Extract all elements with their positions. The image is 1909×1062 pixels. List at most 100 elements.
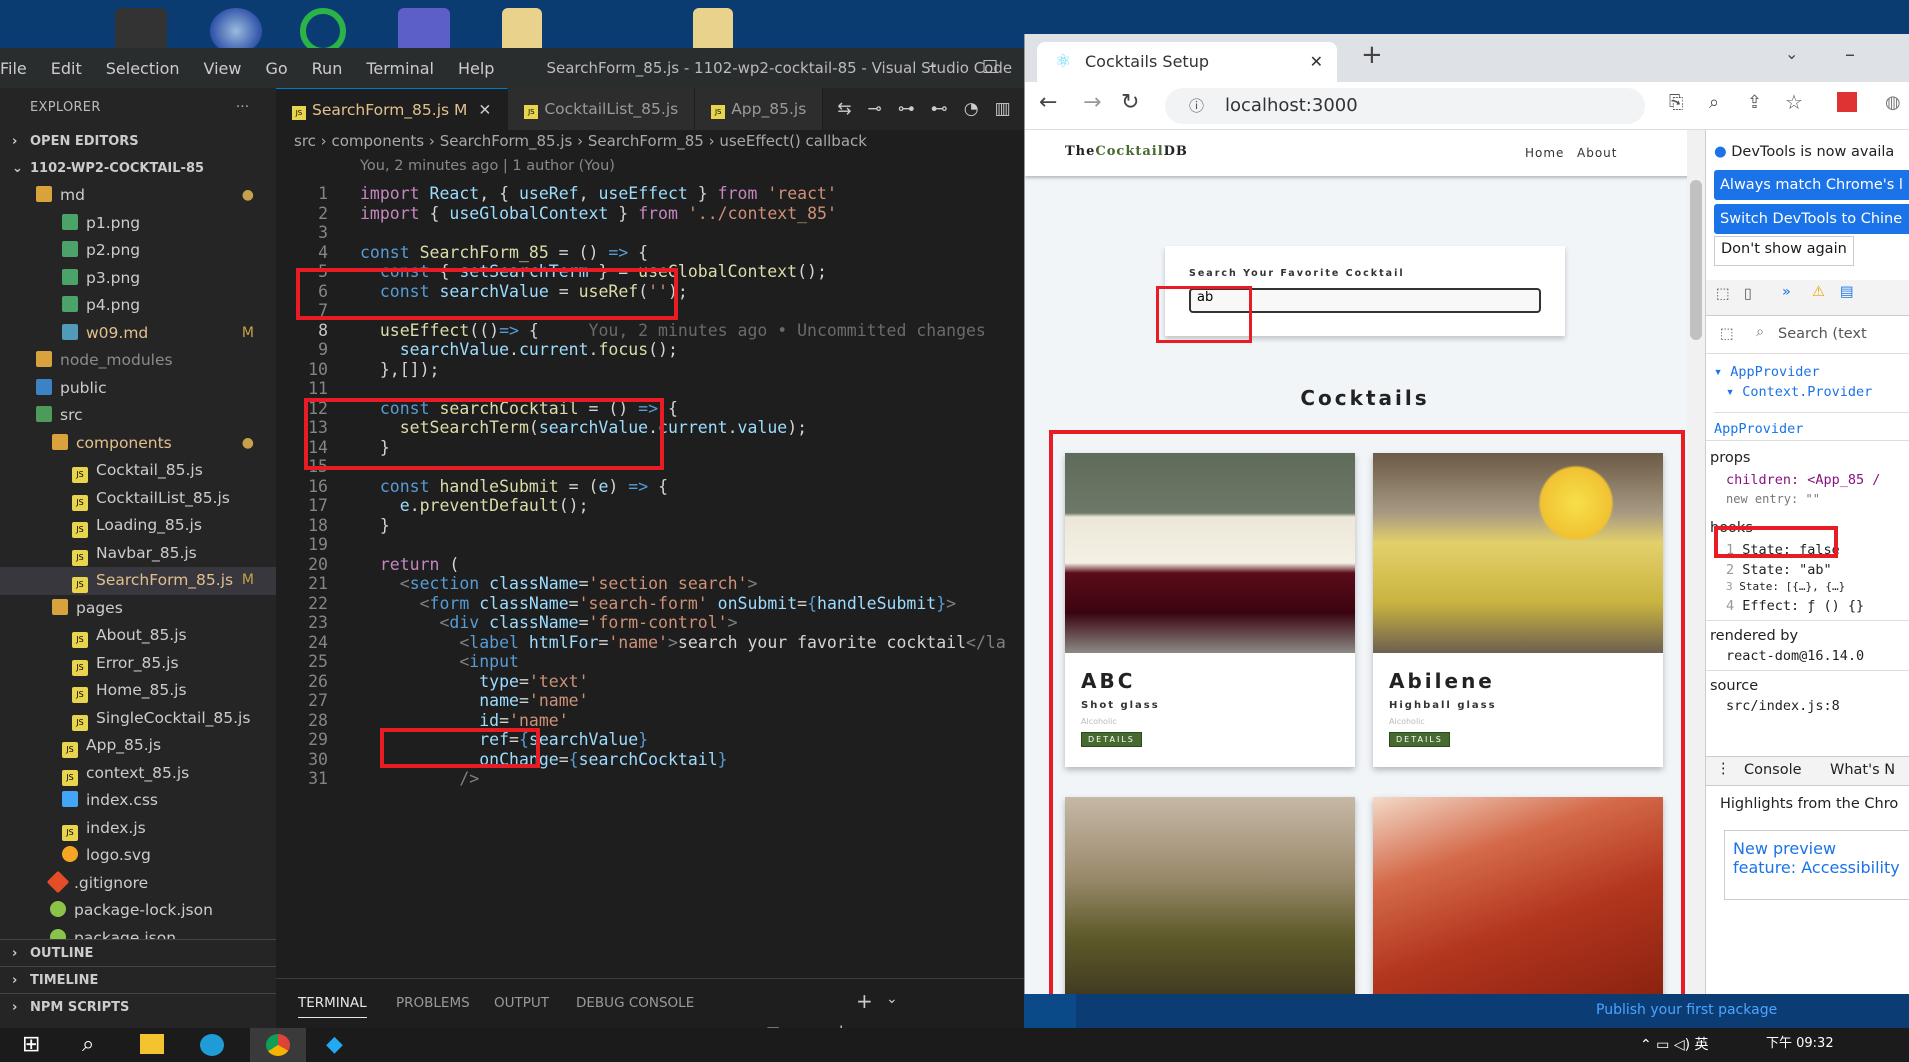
chrome-taskbar-button[interactable] [250, 1028, 306, 1062]
tab-cocktaillist[interactable]: JS CocktailList_85.js [508, 88, 696, 130]
menu-edit[interactable]: Edit [39, 59, 94, 78]
vscode-icon[interactable]: ◆ [326, 1032, 343, 1057]
source-value[interactable]: src/index.js:8 [1726, 698, 1840, 714]
tree-file-cocktail[interactable]: JS Cocktail_85.js [0, 457, 276, 485]
profile-icon[interactable]: ◍ [1885, 92, 1901, 113]
tree-file-context[interactable]: JS context_85.js [0, 760, 276, 788]
tab-app[interactable]: JS App_85.js [695, 88, 824, 130]
tree-file-w09[interactable]: w09.md M [0, 320, 276, 348]
hook-item[interactable]: 4 Effect: ƒ () {} [1726, 598, 1864, 614]
tree-folder-md[interactable]: md ● [0, 182, 276, 210]
tree-folder-public[interactable]: public [0, 375, 276, 403]
breadcrumb-component[interactable]: SearchForm_85 [588, 132, 704, 150]
nav-home-link[interactable]: Home [1525, 146, 1564, 160]
tree-file-p2[interactable]: p2.png [0, 237, 276, 265]
panel-tab-problems[interactable]: PROBLEMS [396, 995, 470, 1011]
zoom-icon[interactable]: ⌕ [1709, 92, 1719, 113]
new-tab-icon[interactable]: + [1361, 40, 1383, 70]
tree-folder-pages[interactable]: pages [0, 595, 276, 623]
compare-icon[interactable]: ⇆ [837, 99, 851, 119]
select-element-icon[interactable]: ⬚ [1720, 326, 1734, 342]
search-icon[interactable]: ⌕ [82, 1032, 94, 1057]
breadcrumb-symbol[interactable]: useEffect() callback [719, 132, 867, 150]
tree-file-cocktaillist[interactable]: JS CocktailList_85.js [0, 485, 276, 513]
drawer-menu-icon[interactable]: ⋮ [1716, 761, 1731, 777]
file-explorer-icon[interactable] [140, 1034, 164, 1054]
windows-start-icon[interactable]: ⊞ [22, 1032, 40, 1057]
component-search-input[interactable]: Search (text [1778, 326, 1867, 342]
add-terminal-icon[interactable]: + [856, 989, 873, 1013]
tree-folder-components[interactable]: components ● [0, 430, 276, 458]
drawer-tab-console[interactable]: Console [1744, 762, 1802, 778]
tab-search-icon[interactable]: ⌄ [1785, 44, 1798, 63]
tree-file-p1[interactable]: p1.png [0, 210, 276, 238]
tree-folder-node-modules[interactable]: node_modules [0, 347, 276, 375]
prop-children[interactable]: children: <App_85 / [1726, 472, 1880, 488]
panel-tab-output[interactable]: OUTPUT [494, 995, 549, 1011]
menu-run[interactable]: Run [300, 59, 355, 78]
menu-help[interactable]: Help [446, 59, 506, 78]
tree-file-pkglock[interactable]: package-lock.json [0, 897, 276, 925]
component-tree-item[interactable]: ▾ Context.Provider [1726, 384, 1872, 400]
npm-scripts-section[interactable]: › NPM SCRIPTS [0, 992, 276, 1020]
tree-file-searchform[interactable]: JS SearchForm_85.js M [0, 567, 276, 595]
nav-about-link[interactable]: About [1577, 146, 1617, 160]
details-button[interactable]: DETAILS [1081, 732, 1142, 747]
share-icon[interactable]: ⇪ [1747, 92, 1762, 113]
maximize-icon[interactable]: □ [982, 56, 998, 76]
tree-file-p4[interactable]: p4.png [0, 292, 276, 320]
menu-view[interactable]: View [192, 59, 254, 78]
tree-file-indexcss[interactable]: index.css [0, 787, 276, 815]
tray-icons[interactable]: ⌃ ▭ ◁) 英 [1640, 1034, 1709, 1054]
match-language-button[interactable]: Always match Chrome's l [1714, 170, 1909, 200]
device-icon[interactable]: ▯ [1744, 286, 1752, 302]
tree-file-single[interactable]: JS SingleCocktail_85.js [0, 705, 276, 733]
split-editor-icon[interactable]: ▥ [995, 99, 1011, 119]
browser-tab[interactable]: ⚛ Cocktails Setup ✕ [1037, 42, 1337, 82]
menu-go[interactable]: Go [253, 59, 299, 78]
minimize-icon[interactable]: – [928, 56, 937, 76]
breadcrumb-components[interactable]: components [331, 132, 424, 150]
minimize-icon[interactable]: – [1845, 42, 1855, 66]
breadcrumb-src[interactable]: src [294, 132, 316, 150]
prop-new-entry[interactable]: new entry: "" [1726, 492, 1820, 506]
dont-show-button[interactable]: Don't show again [1714, 236, 1854, 266]
prev-change-icon[interactable]: ⊶ [898, 99, 915, 119]
tree-file-navbar[interactable]: JS Navbar_85.js [0, 540, 276, 568]
menu-terminal[interactable]: Terminal [354, 59, 446, 78]
reload-icon[interactable]: ↻ [1121, 90, 1139, 115]
switch-language-button[interactable]: Switch DevTools to Chine [1714, 204, 1909, 234]
address-bar[interactable]: ⓘ localhost:3000 [1165, 88, 1645, 124]
tree-file-gitignore[interactable]: .gitignore [0, 870, 276, 898]
component-tree-item[interactable]: ▾ AppProvider [1714, 364, 1820, 380]
breadcrumb-file[interactable]: SearchForm_85.js [440, 132, 573, 150]
tree-file-pkg[interactable]: package.json [0, 925, 276, 939]
clock[interactable]: 下午 09:32 [1766, 1032, 1834, 1051]
back-icon[interactable]: ← [1039, 90, 1057, 115]
publish-link[interactable]: Publish your first package [1596, 1002, 1777, 1018]
bookmark-star-icon[interactable]: ☆ [1785, 90, 1803, 114]
tree-file-app[interactable]: JS App_85.js [0, 732, 276, 760]
tab-searchform[interactable]: JS SearchForm_85.js M ✕ [276, 88, 509, 130]
tree-file-about[interactable]: JS About_85.js [0, 622, 276, 650]
site-logo[interactable]: TheCocktailDB [1065, 144, 1188, 159]
panel-tab-debug[interactable]: DEBUG CONSOLE [576, 995, 694, 1011]
timeline-section[interactable]: › TIMELINE [0, 965, 276, 993]
drawer-tab-whats-new[interactable]: What's N [1830, 762, 1895, 778]
project-section[interactable]: ⌄ 1102-WP2-COCKTAIL-85 [0, 155, 276, 182]
menu-file[interactable]: File [0, 59, 39, 78]
tree-file-logo[interactable]: logo.svg [0, 842, 276, 870]
timeline-icon[interactable]: ◔ [964, 99, 979, 119]
page-scrollbar[interactable] [1687, 130, 1705, 994]
translate-icon[interactable]: ⎘ [1669, 92, 1683, 113]
close-icon[interactable]: ✕ [1310, 42, 1323, 82]
hook-item[interactable]: 2 State: "ab" [1726, 562, 1832, 578]
tree-file-indexjs[interactable]: JS index.js [0, 815, 276, 843]
next-change-icon[interactable]: ⊷ [931, 99, 948, 119]
outline-section[interactable]: › OUTLINE [0, 938, 276, 966]
git-commit-icon[interactable]: ⊸ [868, 99, 882, 119]
tree-file-p3[interactable]: p3.png [0, 265, 276, 293]
edge-icon[interactable] [200, 1034, 224, 1056]
panel-tab-terminal[interactable]: TERMINAL [298, 995, 367, 1018]
codelens-blame[interactable]: You, 2 minutes ago | 1 author (You) [360, 158, 615, 174]
